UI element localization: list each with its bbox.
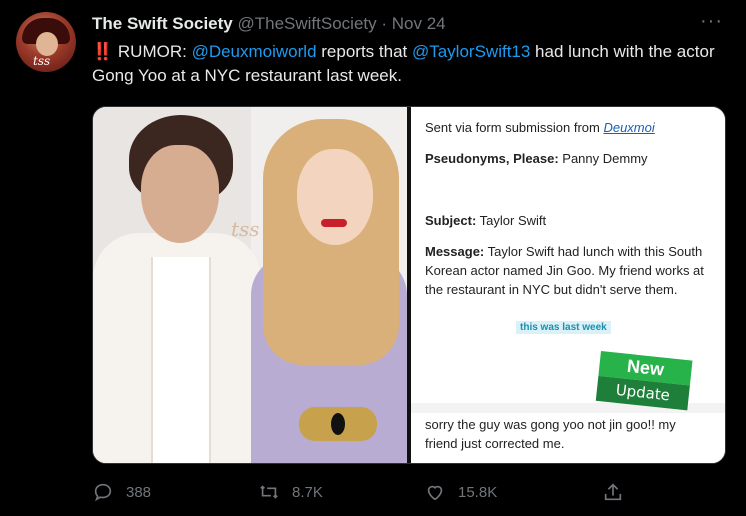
avatar-text: tss xyxy=(33,54,51,68)
share-button[interactable] xyxy=(602,480,624,504)
more-options-icon[interactable]: ··· xyxy=(700,10,723,33)
retweet-button[interactable]: 8.7K xyxy=(258,480,323,504)
double-exclamation-icon: ‼️ xyxy=(92,42,114,61)
message-line: Message: Taylor Swift had lunch with thi… xyxy=(425,244,703,259)
subject-line: Subject: Taylor Swift xyxy=(425,213,547,228)
tweet-text-part: RUMOR: xyxy=(113,42,192,61)
tweet-text: ‼️ RUMOR: @Deuxmoiworld reports that @Ta… xyxy=(92,40,732,88)
tweet-text-part: reports that xyxy=(316,42,412,61)
pseudonyms-line: Pseudonyms, Please: Panny Demmy xyxy=(425,151,648,166)
author-handle[interactable]: @TheSwiftSociety xyxy=(237,14,376,33)
reply-button[interactable]: 388 xyxy=(92,480,151,504)
header-separator: · xyxy=(381,14,388,33)
deuxmoi-link: Deuxmoi xyxy=(603,120,655,135)
avatar[interactable]: tss xyxy=(16,12,76,72)
update-line: friend just corrected me. xyxy=(425,436,565,451)
like-button[interactable]: 15.8K xyxy=(424,480,497,504)
retweet-icon xyxy=(260,485,278,499)
reply-icon xyxy=(94,483,112,502)
submission-screenshot[interactable]: Sent via form submission from Deuxmoi Ps… xyxy=(411,107,725,463)
retweet-count: 8.7K xyxy=(292,483,323,501)
message-line: the restaurant in NYC but didn't serve t… xyxy=(425,282,678,297)
tweet-media[interactable]: tss Sent via form submission from Deuxmo… xyxy=(92,106,726,464)
sent-via-line: Sent via form submission from Deuxmoi xyxy=(425,120,655,135)
tweet-date[interactable]: Nov 24 xyxy=(392,14,446,33)
message-line: Korean actor named Jin Goo. My friend wo… xyxy=(425,263,704,278)
update-line: sorry the guy was gong yoo not jin goo!!… xyxy=(425,417,676,432)
share-icon xyxy=(604,483,622,501)
reply-count: 388 xyxy=(126,483,152,501)
author-name[interactable]: The Swift Society xyxy=(92,14,233,33)
photo-watermark: tss xyxy=(231,217,260,241)
mention-deuxmoiworld[interactable]: @Deuxmoiworld xyxy=(192,42,317,61)
celebrity-photo[interactable]: tss xyxy=(93,107,407,463)
avatar-face xyxy=(36,32,58,56)
new-update-badge: New Update xyxy=(595,351,693,411)
like-count: 15.8K xyxy=(458,483,498,501)
action-bar: 388 8.7K 15.8K xyxy=(0,480,746,504)
tweet-header: The Swift Society @TheSwiftSociety · Nov… xyxy=(92,14,446,34)
mention-taylorswift13[interactable]: @TaylorSwift13 xyxy=(412,42,530,61)
last-week-chip: this was last week xyxy=(516,321,611,334)
heart-icon xyxy=(427,485,443,501)
